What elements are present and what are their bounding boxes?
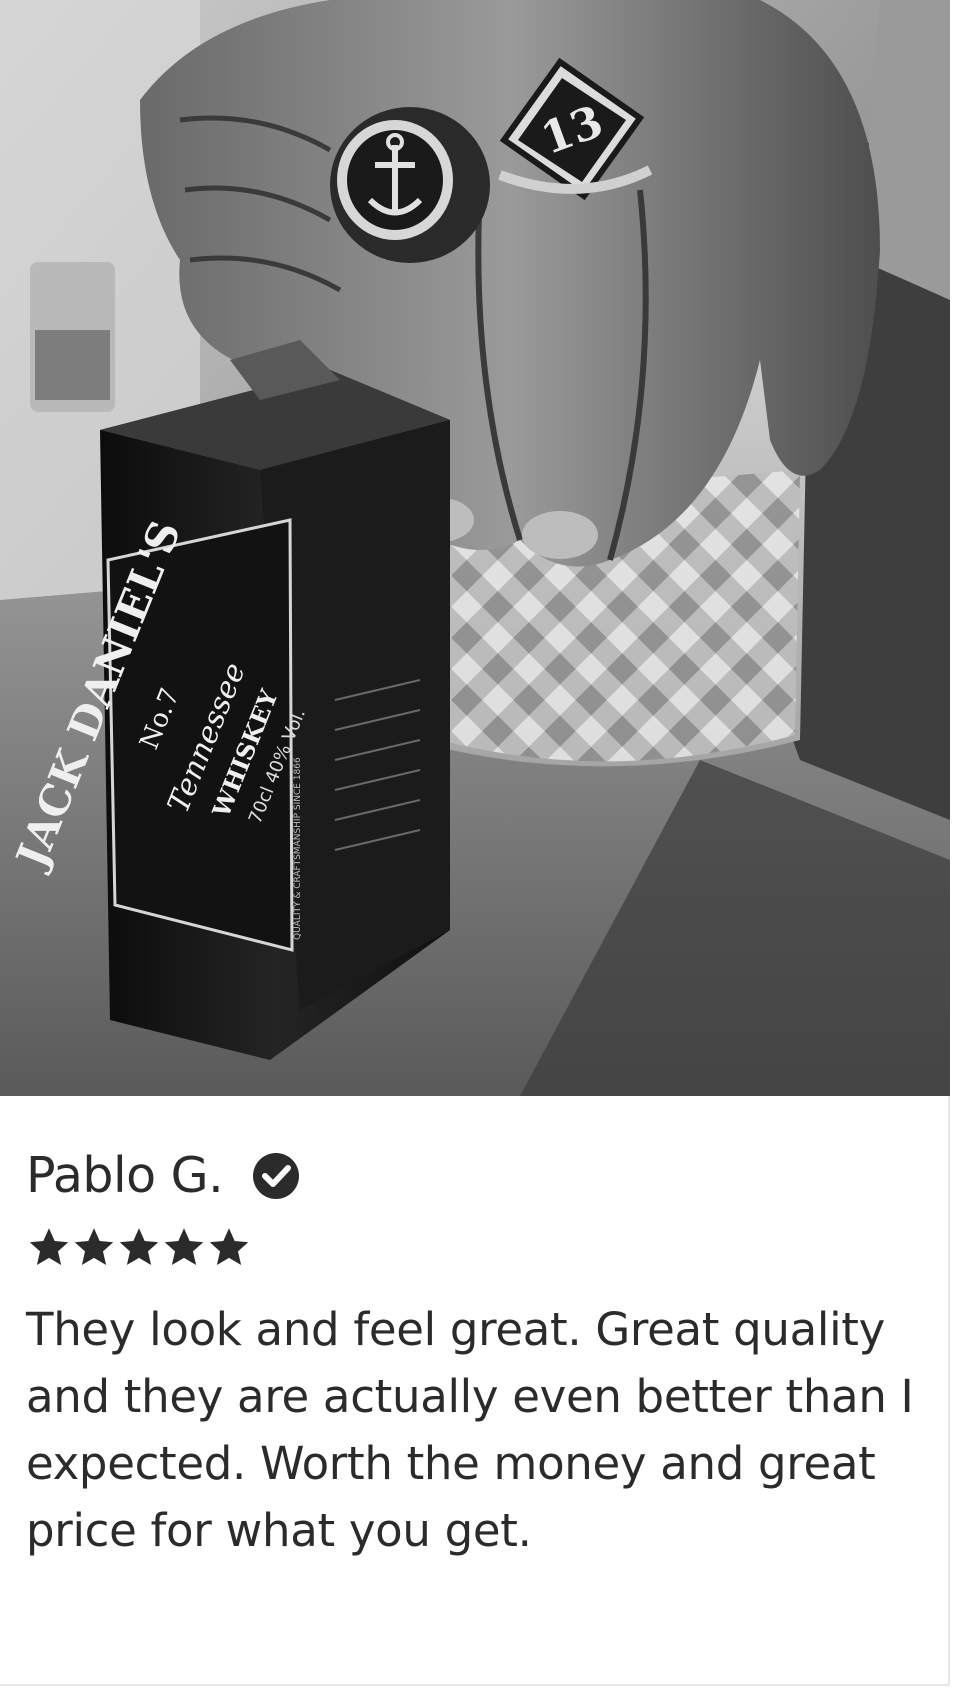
review-photo[interactable]: 13 JACK DANIEL'S No.7 Tennessee WHISKEY … bbox=[0, 0, 950, 1096]
star-icon bbox=[74, 1228, 114, 1265]
author-name: Pablo G. bbox=[26, 1147, 224, 1204]
author-row: Pablo G. bbox=[26, 1146, 926, 1206]
photo-illustration: 13 JACK DANIEL'S No.7 Tennessee WHISKEY … bbox=[0, 0, 950, 1096]
review-content: Pablo G. They look and feel great. Great… bbox=[26, 1096, 926, 1564]
label-side-text: QUALITY & CRAFTSMANSHIP SINCE 1866 bbox=[293, 757, 303, 940]
check-circle-icon bbox=[251, 1151, 301, 1201]
review-card: 13 JACK DANIEL'S No.7 Tennessee WHISKEY … bbox=[0, 0, 950, 1686]
anchor-ring bbox=[330, 107, 490, 263]
star-icon bbox=[209, 1228, 249, 1265]
review-text: They look and feel great. Great quality … bbox=[26, 1303, 914, 1557]
star-rating bbox=[26, 1224, 926, 1270]
star-icon bbox=[164, 1228, 204, 1265]
star-icon bbox=[119, 1228, 159, 1265]
star-icon bbox=[29, 1228, 69, 1265]
